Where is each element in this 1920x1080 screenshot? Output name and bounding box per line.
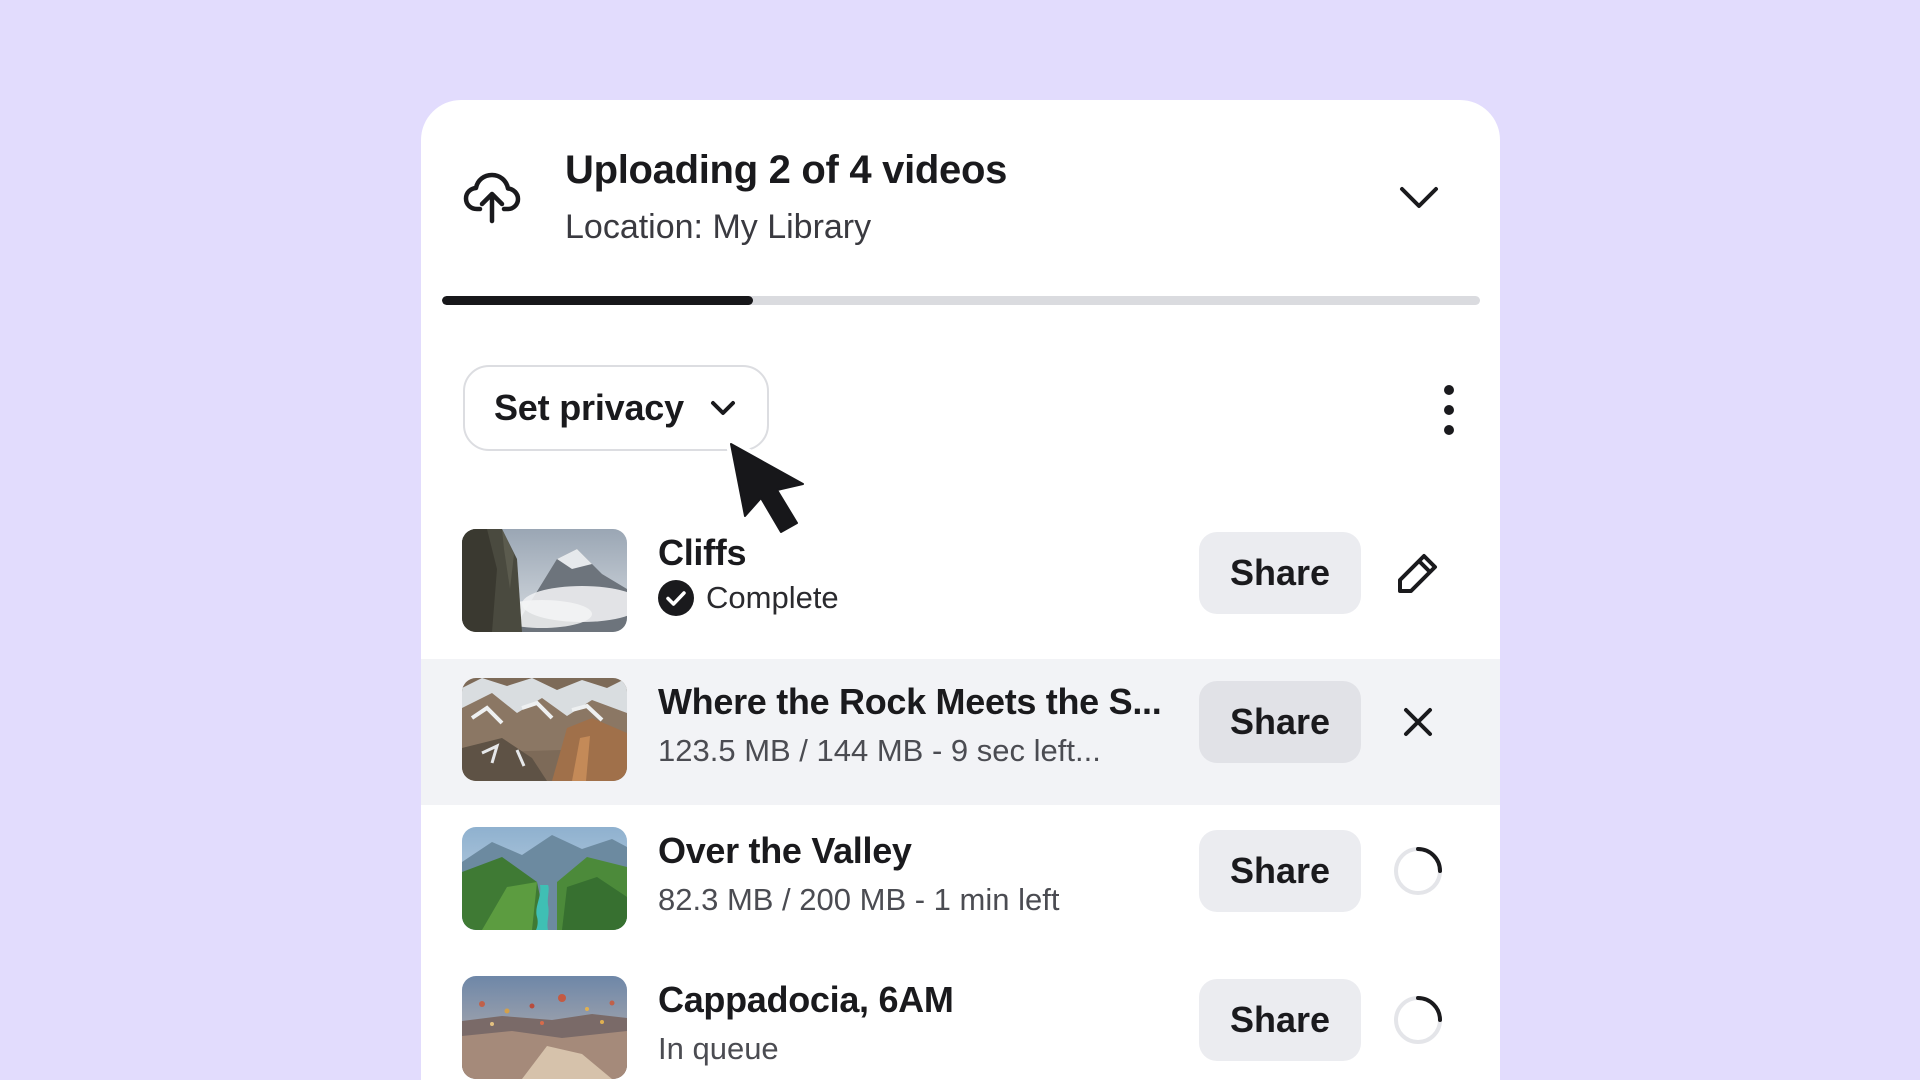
upload-progress-fill bbox=[442, 296, 754, 305]
video-status: 123.5 MB / 144 MB - 9 sec left... bbox=[658, 733, 1101, 768]
cancel-upload-button[interactable] bbox=[1388, 692, 1448, 752]
set-privacy-label: Set privacy bbox=[494, 387, 684, 428]
upload-panel: Uploading 2 of 4 videos Location: My Lib… bbox=[421, 100, 1500, 1080]
video-title: Over the Valley bbox=[658, 830, 912, 871]
share-button[interactable]: Share bbox=[1199, 979, 1361, 1061]
check-circle-icon bbox=[658, 580, 694, 616]
close-icon bbox=[1404, 708, 1432, 736]
video-thumbnail bbox=[462, 827, 627, 930]
video-row[interactable]: Over the Valley 82.3 MB / 200 MB - 1 min… bbox=[421, 808, 1500, 954]
chevron-down-icon bbox=[1400, 187, 1438, 208]
cloud-upload-icon bbox=[463, 172, 521, 224]
video-status-text: Complete bbox=[706, 580, 839, 615]
video-title: Cappadocia, 6AM bbox=[658, 979, 954, 1020]
more-options-button[interactable] bbox=[1421, 380, 1477, 440]
more-vertical-icon bbox=[1444, 385, 1454, 435]
pencil-icon bbox=[1398, 554, 1437, 593]
upload-status-indicator bbox=[1388, 841, 1448, 901]
upload-progress-bar bbox=[442, 296, 1480, 305]
share-button[interactable]: Share bbox=[1199, 681, 1361, 763]
share-button[interactable]: Share bbox=[1199, 830, 1361, 912]
spinner-icon bbox=[1394, 996, 1442, 1044]
video-thumbnail bbox=[462, 678, 627, 781]
video-title: Where the Rock Meets the S... bbox=[658, 681, 1162, 722]
collapse-button[interactable] bbox=[1391, 176, 1447, 220]
upload-status-indicator bbox=[1388, 990, 1448, 1050]
video-status: Complete bbox=[658, 580, 839, 616]
upload-title: Uploading 2 of 4 videos bbox=[565, 148, 1008, 192]
upload-location: Location: My Library bbox=[565, 208, 872, 246]
edit-button[interactable] bbox=[1388, 543, 1448, 603]
spinner-icon bbox=[1394, 847, 1442, 895]
video-row[interactable]: Cliffs Complete Share bbox=[421, 510, 1500, 656]
video-status: In queue bbox=[658, 1031, 779, 1066]
video-status: 82.3 MB / 200 MB - 1 min left bbox=[658, 882, 1060, 917]
upload-header: Uploading 2 of 4 videos Location: My Lib… bbox=[421, 100, 1500, 280]
video-title: Cliffs bbox=[658, 532, 747, 573]
set-privacy-button[interactable]: Set privacy bbox=[463, 365, 769, 451]
video-thumbnail bbox=[462, 976, 627, 1079]
video-row[interactable]: Cappadocia, 6AM In queue Share bbox=[421, 957, 1500, 1080]
chevron-down-icon bbox=[711, 401, 735, 415]
video-row[interactable]: Where the Rock Meets the S... 123.5 MB /… bbox=[421, 659, 1500, 805]
share-button[interactable]: Share bbox=[1199, 532, 1361, 614]
video-thumbnail bbox=[462, 529, 627, 632]
